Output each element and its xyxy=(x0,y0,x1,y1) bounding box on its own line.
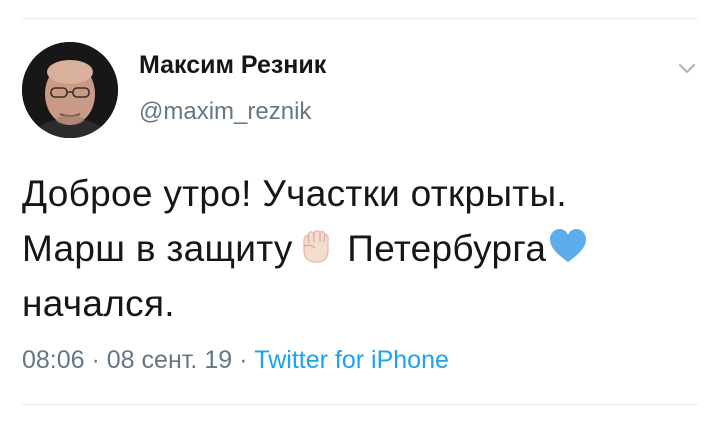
tweet-meta: 08:06 · 08 сент. 19 · Twitter for iPhone xyxy=(22,346,449,375)
chevron-down-icon[interactable] xyxy=(672,54,702,84)
blue-heart-icon xyxy=(546,224,590,268)
author-display-name[interactable]: Максим Резник xyxy=(139,51,326,80)
author-handle[interactable]: @maxim_reznik xyxy=(139,98,311,126)
raised-fist-icon xyxy=(293,224,337,268)
tweet-text-line-1: Доброе утро! Участки открыты. xyxy=(22,173,567,214)
tweet-time[interactable]: 08:06 xyxy=(22,346,85,374)
meta-separator: · xyxy=(84,346,107,374)
avatar[interactable] xyxy=(22,42,118,138)
top-divider xyxy=(22,18,698,19)
meta-separator: · xyxy=(232,346,255,374)
tweet-text-line-2a: Марш в защиту xyxy=(22,228,293,269)
tweet-text: Доброе утро! Участки открыты. Марш в защ… xyxy=(22,166,712,331)
tweet-text-line-3: начался. xyxy=(22,283,175,324)
tweet-source-link[interactable]: Twitter for iPhone xyxy=(254,346,449,374)
tweet-date[interactable]: 08 сент. 19 xyxy=(107,346,232,374)
bottom-divider xyxy=(22,404,698,405)
tweet-text-line-2b: Петербурга xyxy=(336,228,547,269)
